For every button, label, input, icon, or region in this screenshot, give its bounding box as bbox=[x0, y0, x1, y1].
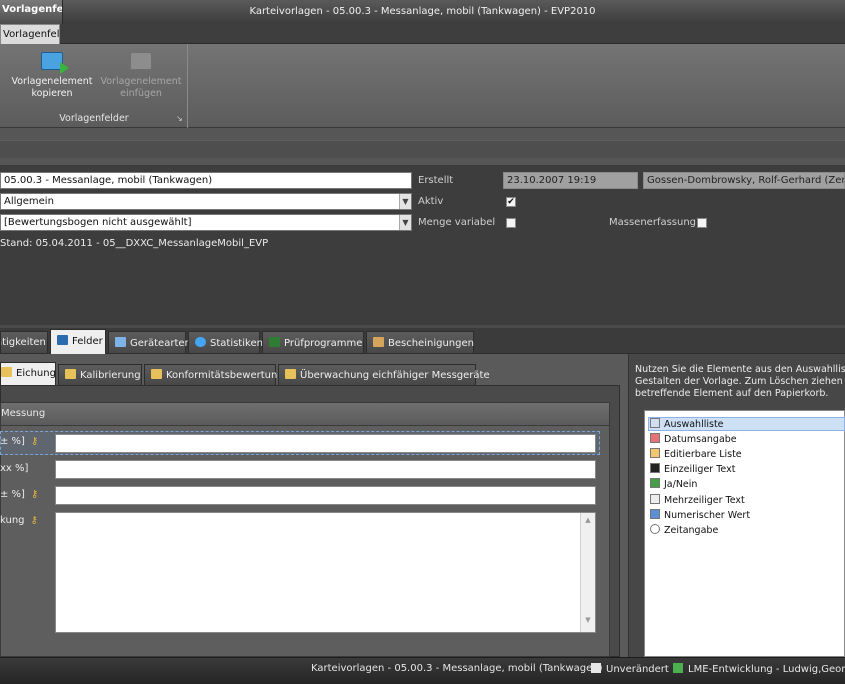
field-label: ± %] ⚷ bbox=[0, 489, 39, 500]
group-select[interactable]: Allgemein ▼ bbox=[0, 193, 412, 210]
key-icon: ⚷ bbox=[30, 489, 39, 500]
template-name-field[interactable]: 05.00.3 - Messanlage, mobil (Tankwagen) bbox=[0, 172, 412, 189]
active-checkbox[interactable]: ✔ bbox=[506, 197, 516, 207]
subtab-conformity[interactable]: Konformitätsbewertung bbox=[144, 364, 284, 385]
paste-element-icon bbox=[130, 52, 152, 70]
app-tab[interactable]: Vorlagenfelder bbox=[0, 0, 63, 24]
ribbon-group-label: Vorlagenfelder bbox=[59, 113, 129, 124]
evaluation-sheet-value: [Bewertungsbogen nicht ausgewählt] bbox=[4, 217, 192, 228]
variable-quantity-checkbox[interactable] bbox=[506, 218, 516, 228]
field-label: ± %] ⚷ bbox=[0, 436, 39, 447]
subtab-label: Konformitätsbewertung bbox=[166, 370, 284, 381]
folder-icon bbox=[151, 369, 162, 379]
palette-hint: Nutzen Sie die Elemente aus den Auswahll… bbox=[635, 364, 845, 399]
created-by-field: Gossen-Dombrowsky, Rolf-Gerhard (Zentral… bbox=[643, 172, 845, 189]
section-header[interactable]: Messung bbox=[0, 402, 610, 426]
tab-test-programs[interactable]: Prüfprogramme bbox=[262, 331, 364, 353]
tab-statistics[interactable]: Statistiken bbox=[188, 331, 263, 353]
editable-list-icon bbox=[650, 448, 660, 458]
window-title: Karteivorlagen - 05.00.3 - Messanlage, m… bbox=[249, 6, 596, 17]
field-label: xx %] bbox=[0, 463, 29, 474]
certificate-icon bbox=[373, 337, 384, 347]
subtab-calibration[interactable]: Kalibrierung bbox=[58, 364, 142, 385]
paste-element-button[interactable]: Vorlagenelement einfügen bbox=[100, 52, 182, 114]
pencil-icon bbox=[115, 337, 126, 347]
tab-fields[interactable]: Felder bbox=[50, 329, 106, 355]
field-input[interactable] bbox=[55, 486, 596, 505]
folder-icon bbox=[65, 369, 76, 379]
palette-item[interactable]: Editierbare Liste bbox=[650, 448, 742, 462]
palette-item[interactable]: Ja/Nein bbox=[650, 478, 697, 492]
tab-device-types[interactable]: Gerätearten bbox=[108, 331, 191, 353]
tab-label: Prüfprogramme bbox=[284, 338, 363, 349]
scrollbar[interactable]: ▲ ▼ bbox=[580, 513, 595, 632]
subtab-calibration-official[interactable]: Eichung bbox=[0, 362, 56, 386]
checkmark-icon bbox=[650, 478, 660, 488]
tab-label: Bescheinigungen bbox=[388, 338, 474, 349]
palette-item[interactable]: Numerischer Wert bbox=[650, 509, 750, 523]
program-icon bbox=[269, 337, 280, 347]
calendar-icon bbox=[650, 433, 660, 443]
palette-item[interactable]: Datumsangabe bbox=[650, 433, 737, 447]
pie-chart-icon bbox=[195, 337, 206, 347]
tab-label: Tätigkeiten bbox=[1, 337, 46, 348]
key-icon: ⚷ bbox=[30, 515, 38, 526]
ribbon-tab-strip bbox=[0, 24, 845, 44]
calculator-icon bbox=[650, 509, 660, 519]
palette-item[interactable]: Mehrzeiliger Text bbox=[650, 494, 745, 508]
document-icon bbox=[650, 494, 660, 504]
version-stand: Stand: 05.04.2011 - 05__DXXC_MessanlageM… bbox=[0, 238, 269, 249]
chevron-down-icon[interactable]: ▼ bbox=[399, 215, 411, 230]
variable-quantity-label: Menge variabel bbox=[418, 217, 496, 228]
palette-item[interactable]: Auswahlliste bbox=[650, 418, 724, 432]
evaluation-sheet-select[interactable]: [Bewertungsbogen nicht ausgewählt] ▼ bbox=[0, 214, 412, 231]
copy-element-icon bbox=[41, 52, 69, 74]
field-label: kung ⚷ bbox=[0, 515, 38, 526]
scroll-down-icon[interactable]: ▼ bbox=[581, 616, 595, 624]
chevron-down-icon[interactable]: ▼ bbox=[399, 194, 411, 209]
palette-item[interactable]: Einzeiliger Text bbox=[650, 463, 735, 477]
list-icon bbox=[650, 418, 660, 428]
folder-icon bbox=[1, 367, 12, 377]
subtab-label: Überwachung eichfähiger Messgeräte bbox=[300, 370, 490, 381]
scroll-up-icon[interactable]: ▲ bbox=[581, 516, 595, 524]
document-icon bbox=[591, 663, 601, 673]
folder-icon bbox=[285, 369, 296, 379]
tab-label: Gerätearten bbox=[130, 338, 191, 349]
fields-icon bbox=[57, 335, 68, 345]
field-input[interactable] bbox=[55, 434, 596, 453]
header-band-bar bbox=[0, 140, 845, 158]
status-document: Karteivorlagen - 05.00.3 - Messanlage, m… bbox=[311, 663, 603, 674]
tab-activities[interactable]: Tätigkeiten bbox=[0, 331, 48, 353]
tab-label: Felder bbox=[72, 336, 103, 347]
subtab-label: Eichung bbox=[16, 368, 56, 379]
subtab-label: Kalibrierung bbox=[80, 370, 141, 381]
key-icon: ⚷ bbox=[30, 436, 39, 447]
ribbon-tab-vorlagenfelder[interactable]: Vorlagenfelder bbox=[0, 24, 60, 45]
field-input[interactable] bbox=[55, 460, 596, 479]
status-user: LME-Entwicklung - Ludwig,Georg bbox=[673, 663, 845, 675]
created-label: Erstellt bbox=[418, 175, 454, 186]
status-state: Unverändert bbox=[591, 663, 669, 675]
active-label: Aktiv bbox=[418, 196, 444, 207]
copy-element-button[interactable]: Vorlagenelement kopieren bbox=[10, 52, 94, 114]
group-select-value: Allgemein bbox=[4, 196, 54, 207]
tab-label: Statistiken bbox=[210, 338, 263, 349]
tab-certificates[interactable]: Bescheinigungen bbox=[366, 331, 474, 353]
clock-icon bbox=[650, 524, 660, 534]
subtab-monitoring[interactable]: Überwachung eichfähiger Messgeräte bbox=[278, 364, 490, 385]
paste-element-label: Vorlagenelement einfügen bbox=[100, 76, 182, 99]
copy-element-label: Vorlagenelement kopieren bbox=[11, 76, 93, 99]
database-icon bbox=[673, 663, 683, 673]
palette-item[interactable]: Zeitangabe bbox=[650, 524, 718, 538]
bulk-entry-label: Massenerfassung bbox=[609, 217, 697, 228]
multiline-field[interactable] bbox=[55, 512, 596, 633]
created-date-field: 23.10.2007 19:19 bbox=[503, 172, 638, 189]
group-launcher-icon[interactable]: ↘ bbox=[176, 115, 184, 123]
bulk-entry-checkbox[interactable] bbox=[697, 218, 707, 228]
text-icon bbox=[650, 463, 660, 473]
